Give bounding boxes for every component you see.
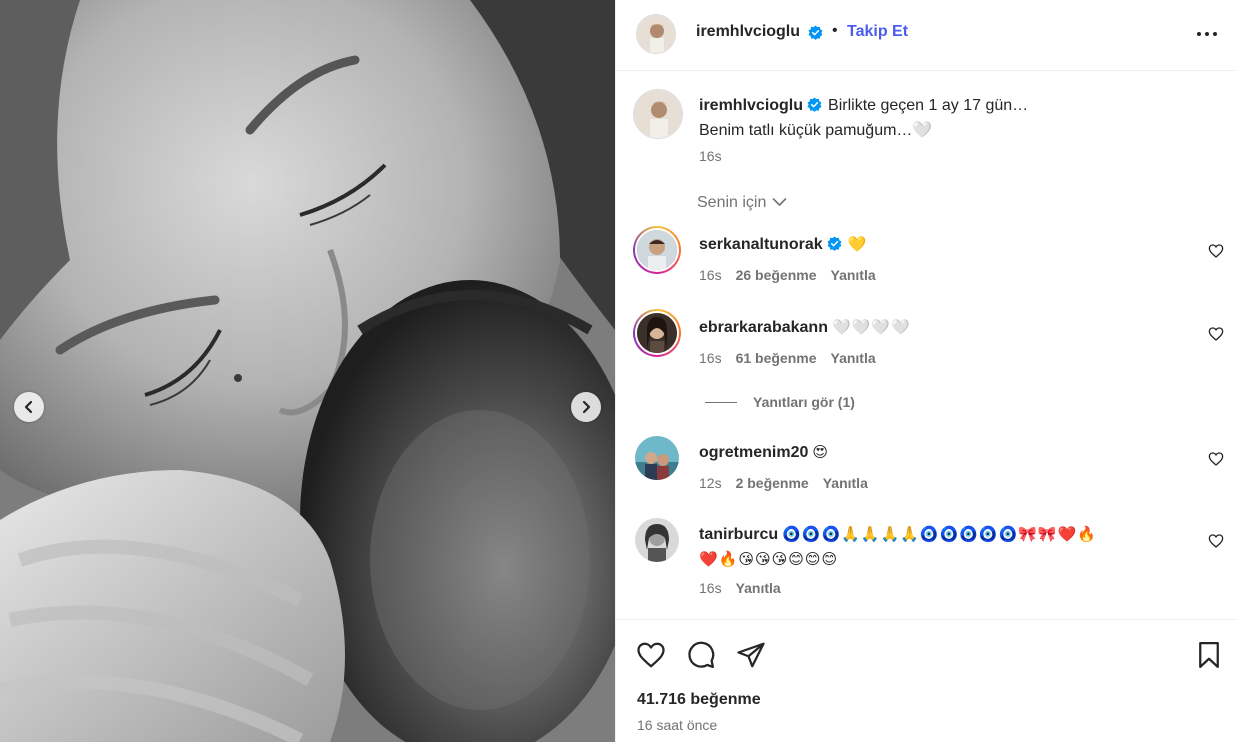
share-icon[interactable] [736, 640, 766, 670]
view-replies-button[interactable]: Yanıtları gör (1) [705, 394, 855, 410]
previous-photo-button[interactable] [14, 392, 44, 422]
comment-text: 💛 [847, 235, 868, 253]
next-photo-button[interactable] [571, 392, 601, 422]
reply-button[interactable]: Yanıtla [823, 475, 868, 491]
comment-username[interactable]: ogretmenim20 [699, 444, 808, 461]
comment-like-heart-icon[interactable] [1208, 533, 1224, 549]
caption-timestamp[interactable]: 16s [699, 148, 722, 164]
post-header: iremhlvcioglu • Takip Et [616, 0, 1236, 71]
comment-text-line-2: ❤️🔥😘😘😘😊😊😊 [699, 550, 839, 568]
reply-button[interactable]: Yanıtla [831, 267, 876, 283]
comment-likes[interactable]: 61 beğenme [736, 350, 817, 366]
comment-text: 🤍🤍🤍🤍 [831, 318, 911, 336]
commenter-avatar[interactable] [635, 436, 679, 480]
comment-likes[interactable]: 2 beğenme [736, 475, 809, 491]
commenter-avatar[interactable] [635, 518, 679, 562]
author-username[interactable]: iremhlvcioglu [696, 23, 800, 41]
reply-button[interactable]: Yanıtla [831, 350, 876, 366]
replies-divider-line [705, 402, 737, 403]
post-timestamp[interactable]: 16 saat önce [637, 717, 717, 733]
comment-meta: 16s 26 beğenme Yanıtla [699, 267, 890, 283]
comment-time[interactable]: 16s [699, 580, 722, 596]
comment-time[interactable]: 16s [699, 350, 722, 366]
verified-badge-icon [808, 25, 823, 40]
comment-time[interactable]: 16s [699, 267, 722, 283]
separator-dot: • [832, 22, 838, 39]
caption-line-2: Benim tatlı küçük pamuğum…🤍 [699, 122, 933, 139]
post-actions-bar: 41.716 beğenme 16 saat önce [616, 619, 1236, 742]
author-avatar[interactable] [636, 14, 676, 54]
caption-author-avatar[interactable] [633, 89, 683, 139]
comment-meta: 16s 61 beğenme Yanıtla [699, 350, 890, 366]
caption-line-1: Birlikte geçen 1 ay 17 gün… [828, 97, 1029, 114]
post-media[interactable] [0, 0, 615, 742]
comment-sort-dropdown[interactable]: Senin için [697, 194, 787, 212]
comment-text-line-1: 🧿🧿🧿🙏🙏🙏🙏🧿🧿🧿🧿🧿🎀🎀❤️🔥 [782, 525, 1097, 543]
comment-icon[interactable] [686, 640, 716, 670]
verified-badge-icon [807, 97, 822, 112]
bookmark-icon[interactable] [1194, 640, 1224, 670]
comment-body: tanirburcu 🧿🧿🧿🙏🙏🙏🙏🧿🧿🧿🧿🧿🎀🎀❤️🔥 ❤️🔥😘😘😘😊😊😊 [699, 522, 1097, 572]
verified-badge-icon [827, 236, 842, 251]
comment-like-heart-icon[interactable] [1208, 451, 1224, 467]
comment-meta: 16s Yanıtla [699, 580, 795, 596]
comment-username[interactable]: serkanaltunorak [699, 236, 823, 253]
commenter-avatar[interactable] [633, 226, 681, 274]
comment-like-heart-icon[interactable] [1208, 243, 1224, 259]
view-replies-label: Yanıtları gör (1) [753, 394, 855, 410]
comment-body: serkanaltunorak 💛 [699, 232, 867, 257]
comment-meta: 12s 2 beğenme Yanıtla [699, 475, 882, 491]
post-like-count[interactable]: 41.716 beğenme [637, 691, 761, 709]
comment-username[interactable]: ebrarkarabakann [699, 319, 828, 336]
follow-button[interactable]: Takip Et [847, 23, 908, 41]
comment-time[interactable]: 12s [699, 475, 722, 491]
post-details-panel: iremhlvcioglu • Takip Et iremhlvcioglu Bi… [615, 0, 1236, 742]
caption-text: iremhlvcioglu Birlikte geçen 1 ay 17 gün…… [699, 93, 1169, 143]
comment-text: 😍 [812, 443, 830, 461]
caption-username[interactable]: iremhlvcioglu [699, 97, 803, 114]
comment-like-heart-icon[interactable] [1208, 326, 1224, 342]
comment-body: ogretmenim20 😍 [699, 440, 829, 465]
more-options-icon[interactable] [1194, 22, 1220, 46]
comment-sort-label: Senin için [697, 194, 767, 211]
chevron-right-icon [582, 400, 591, 414]
reply-button[interactable]: Yanıtla [736, 580, 781, 596]
comment-likes[interactable]: 26 beğenme [736, 267, 817, 283]
chevron-left-icon [24, 400, 33, 414]
commenter-avatar[interactable] [633, 309, 681, 357]
comment-username[interactable]: tanirburcu [699, 526, 778, 543]
heart-icon[interactable] [636, 640, 666, 670]
chevron-down-icon [773, 198, 787, 206]
post-photo [0, 0, 615, 742]
comment-body: ebrarkarabakann 🤍🤍🤍🤍 [699, 315, 911, 340]
